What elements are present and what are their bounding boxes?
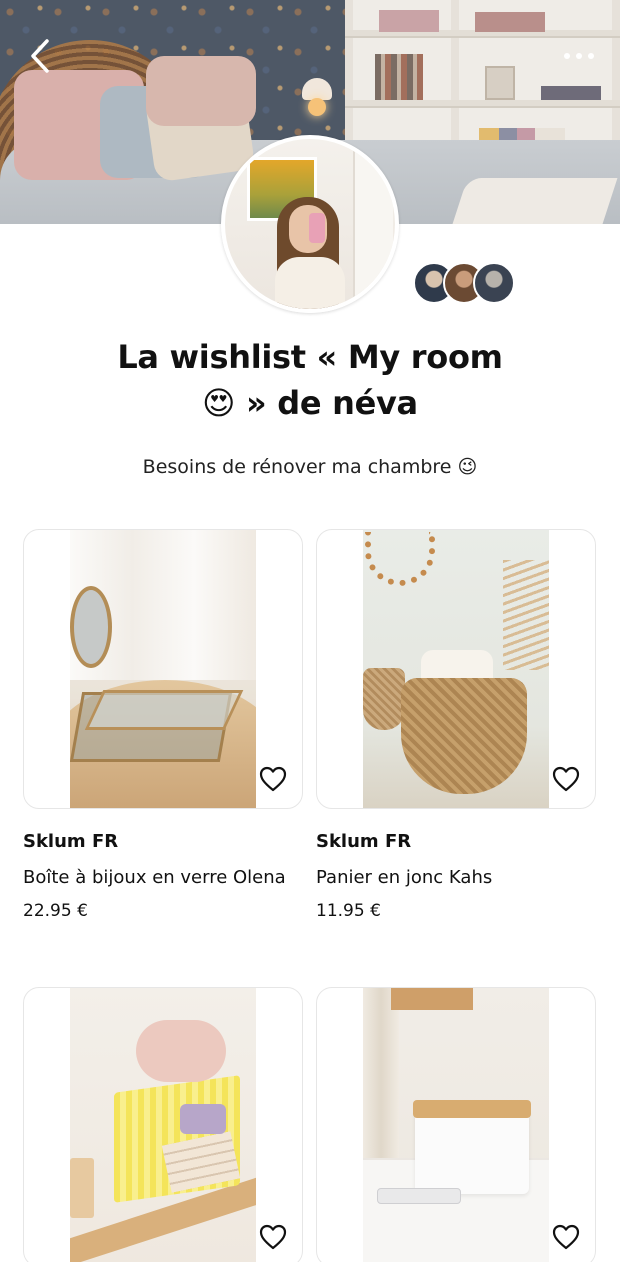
owner-avatar[interactable] xyxy=(221,135,399,313)
avatar-body xyxy=(275,257,345,309)
product-image xyxy=(363,530,549,808)
favorite-button[interactable] xyxy=(551,764,581,794)
more-options-button[interactable] xyxy=(554,40,604,72)
phone xyxy=(377,1188,461,1204)
product-image-frame[interactable] xyxy=(23,529,303,809)
avatar-phone xyxy=(309,213,325,243)
avatar-door xyxy=(353,147,393,309)
cable-box-lid xyxy=(413,1100,531,1118)
product-image xyxy=(363,988,549,1262)
product-image-frame[interactable] xyxy=(316,987,596,1262)
back-button[interactable] xyxy=(24,36,56,76)
product-name: Boîte à bijoux en verre Olena xyxy=(23,867,286,888)
pencil-cup xyxy=(70,1158,94,1218)
product-image-frame[interactable] xyxy=(23,987,303,1262)
product-name: Panier en jonc Kahs xyxy=(316,867,493,888)
wishlist-title-line1: La wishlist « My room xyxy=(117,338,503,376)
collaborator-avatar xyxy=(473,262,515,304)
product-card[interactable]: Sklum FR Panier en jonc Kahs 11.95 € xyxy=(316,529,596,923)
cable-box xyxy=(415,1108,529,1194)
favorite-button[interactable] xyxy=(258,764,288,794)
product-card[interactable] xyxy=(23,987,303,1262)
dot xyxy=(576,53,582,59)
collaborators-stack[interactable] xyxy=(413,262,523,304)
plush-pig xyxy=(136,1020,226,1082)
heart-outline-icon xyxy=(259,1224,287,1250)
pampas-grass xyxy=(503,560,549,670)
jewelry-box-lid xyxy=(84,690,244,730)
wishlist-title-line2: 😍 » de néva xyxy=(202,384,418,422)
wishlist-description: Besoins de rénover ma chambre 😉 xyxy=(142,456,478,478)
product-brand: Sklum FR xyxy=(23,831,119,852)
favorite-button[interactable] xyxy=(258,1222,288,1252)
basket xyxy=(401,678,527,794)
small-basket xyxy=(363,668,405,730)
product-price: 22.95 € xyxy=(23,901,88,921)
product-card[interactable] xyxy=(316,987,596,1262)
heart-outline-icon xyxy=(552,766,580,792)
product-image xyxy=(70,530,256,808)
sun-mirror xyxy=(365,532,435,586)
dot xyxy=(588,53,594,59)
pillow-back xyxy=(146,56,256,126)
more-horizontal-icon xyxy=(564,53,570,59)
product-image xyxy=(70,988,256,1262)
product-brand: Sklum FR xyxy=(316,831,412,852)
heart-outline-icon xyxy=(552,1224,580,1250)
product-price: 11.95 € xyxy=(316,901,381,921)
wishlist-title: La wishlist « My room 😍 » de néva xyxy=(80,334,540,426)
chevron-left-icon xyxy=(31,39,49,73)
mushroom-lamp xyxy=(302,78,332,100)
mirror xyxy=(70,586,112,668)
heart-outline-icon xyxy=(259,766,287,792)
toy-camera xyxy=(180,1104,226,1134)
favorite-button[interactable] xyxy=(551,1222,581,1252)
product-card[interactable]: Sklum FR Boîte à bijoux en verre Olena 2… xyxy=(23,529,303,923)
blanket xyxy=(452,178,618,224)
product-image-frame[interactable] xyxy=(316,529,596,809)
wall-hook xyxy=(391,988,473,1010)
lamp-glow xyxy=(308,98,326,116)
